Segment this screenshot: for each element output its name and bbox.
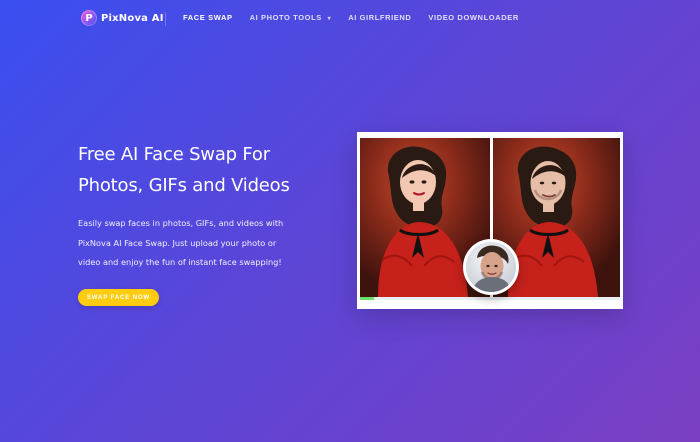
- source-face-avatar: [463, 239, 519, 295]
- hero-title-line-2: Photos, GIFs and Videos: [78, 175, 290, 196]
- nav-link-label: AI GIRLFRIEND: [348, 13, 412, 22]
- source-face-image: [466, 242, 516, 292]
- nav-link-label: VIDEO DOWNLOADER: [428, 13, 519, 22]
- nav-link-video-downloader[interactable]: VIDEO DOWNLOADER: [428, 13, 518, 22]
- top-navigation: P PixNova AI FACE SWAP AI PHOTO TOOLS ▾ …: [0, 0, 700, 38]
- swap-face-now-button[interactable]: SWAP FACE NOW: [78, 289, 159, 306]
- hero-description-line-3: video and enjoy the fun of instant face …: [78, 257, 282, 267]
- progress-strip: [360, 297, 620, 300]
- nav-divider: [165, 12, 166, 26]
- brand-logo[interactable]: P PixNova AI: [81, 9, 164, 27]
- nav-link-label: AI PHOTO TOOLS: [249, 13, 322, 22]
- nav-link-ai-photo-tools[interactable]: AI PHOTO TOOLS ▾: [250, 13, 332, 22]
- progress-indicator: [360, 297, 374, 300]
- hero-title: Free AI Face Swap For Photos, GIFs and V…: [78, 139, 338, 201]
- brand-name: PixNova AI: [101, 12, 164, 24]
- hero-description-line-2: PixNova AI Face Swap. Just upload your p…: [78, 237, 277, 248]
- nav-links: FACE SWAP AI PHOTO TOOLS ▾ AI GIRLFRIEND…: [183, 13, 519, 22]
- nav-link-ai-girlfriend[interactable]: AI GIRLFRIEND: [348, 13, 411, 22]
- pixnova-logo-icon: P: [81, 10, 97, 26]
- nav-link-label: FACE SWAP: [183, 13, 233, 22]
- hero-title-line-1: Free AI Face Swap For: [78, 144, 270, 165]
- nav-link-face-swap[interactable]: FACE SWAP: [183, 13, 233, 22]
- chevron-down-icon: ▾: [327, 16, 332, 22]
- hero-description-line-1: Easily swap faces in photos, GIFs, and v…: [78, 218, 284, 228]
- hero-description: Easily swap faces in photos, GIFs, and v…: [78, 214, 313, 273]
